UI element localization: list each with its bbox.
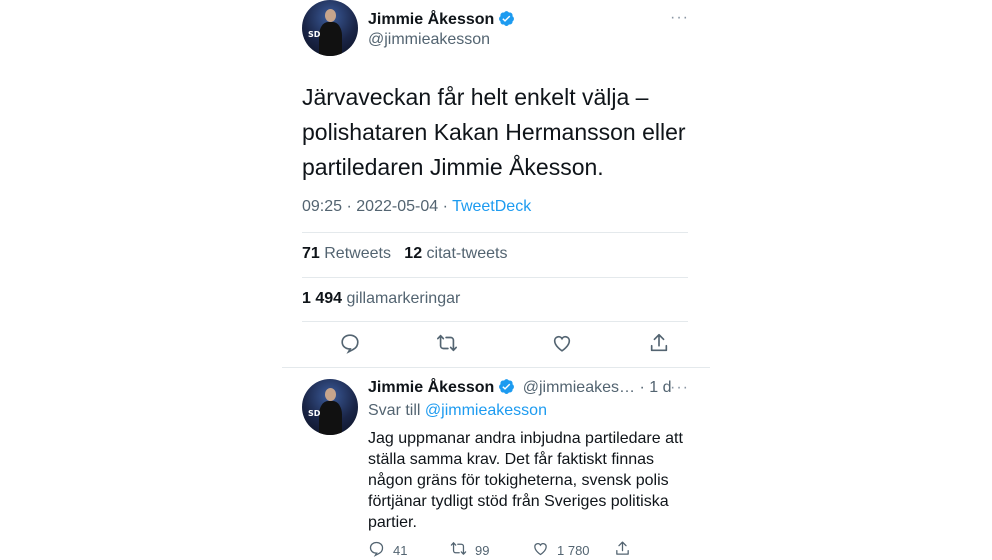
quotes-count: 12 [404, 245, 423, 262]
verified-badge-icon [498, 10, 515, 32]
like-icon [532, 540, 549, 560]
main-tweet: SD Jimmie Åkesson @jimmieakesson ··· Jär… [282, 0, 710, 366]
likes-count: 1 494 [302, 290, 343, 307]
verified-badge-icon [498, 378, 515, 400]
reply-actions: 41 99 1 780 [368, 540, 698, 560]
retweets-stat[interactable]: 71 Retweets [302, 245, 391, 262]
quotes-stat[interactable]: 12 citat-tweets [404, 245, 507, 262]
more-options-icon[interactable]: ··· [670, 380, 689, 396]
avatar-figure-head [325, 9, 336, 22]
more-options-icon[interactable]: ··· [670, 10, 689, 26]
reply-author-name[interactable]: Jimmie Åkesson [368, 379, 494, 396]
reply-text: Jag uppmanar andra inbjudna partiledare … [368, 430, 683, 531]
reply-share-button[interactable] [614, 540, 631, 560]
likes-stat[interactable]: 1 494 gillamarkeringar [302, 290, 460, 308]
reply-author-avatar[interactable]: SD [302, 379, 358, 435]
author-handle[interactable]: @jimmieakesson [368, 31, 490, 49]
divider [282, 367, 710, 368]
engagement-stats: 71 Retweets 12 citat-tweets [302, 245, 507, 263]
avatar-logo: SD [308, 30, 321, 39]
avatar-figure-body [319, 401, 342, 435]
retweet-icon[interactable] [436, 332, 460, 356]
reply-reply-button[interactable]: 41 [368, 540, 407, 560]
meta-separator: · [346, 198, 352, 215]
divider [302, 277, 688, 278]
retweet-count: 99 [475, 542, 490, 558]
retweets-label: Retweets [324, 245, 391, 262]
author-avatar[interactable]: SD [302, 0, 358, 56]
share-icon[interactable] [648, 332, 672, 356]
tweet-actions [302, 332, 688, 358]
divider [302, 232, 688, 233]
replying-mention-link[interactable]: @jimmieakesson [425, 402, 547, 419]
meta-separator: · [442, 198, 448, 215]
tweet-source-link[interactable]: TweetDeck [452, 198, 531, 215]
reply-retweet-button[interactable]: 99 [450, 540, 489, 560]
avatar-figure-body [319, 22, 342, 56]
reply-icon[interactable] [339, 332, 363, 356]
tweet-text: Järvaveckan får helt enkelt välja – poli… [302, 84, 686, 180]
reply-header: Jimmie Åkesson @jimmieakes… · 1 d [368, 378, 671, 400]
author-name-row[interactable]: Jimmie Åkesson [368, 10, 515, 32]
author-name[interactable]: Jimmie Åkesson [368, 11, 494, 28]
tweet-date[interactable]: 2022-05-04 [356, 198, 438, 215]
meta-separator: · [639, 379, 645, 396]
tweet-time[interactable]: 09:25 [302, 198, 342, 215]
like-icon[interactable] [551, 332, 575, 356]
retweet-icon [450, 540, 467, 560]
reply-tweet[interactable]: SD Jimmie Åkesson @jimmieakes… · 1 d ···… [282, 367, 710, 558]
replying-prefix: Svar till [368, 402, 421, 419]
avatar-figure-head [325, 388, 336, 401]
share-icon [614, 540, 631, 560]
reply-icon [368, 540, 385, 560]
quotes-label: citat-tweets [426, 245, 508, 262]
likes-label: gillamarkeringar [346, 290, 461, 307]
replying-to: Svar till @jimmieakesson [368, 402, 547, 420]
like-count: 1 780 [557, 542, 590, 558]
reply-count: 41 [393, 542, 408, 558]
tweet-meta: 09:25 · 2022-05-04 · TweetDeck [302, 198, 531, 216]
reply-like-button[interactable]: 1 780 [532, 540, 590, 560]
reply-age[interactable]: 1 d [649, 379, 671, 396]
retweets-count: 71 [302, 245, 320, 262]
divider [302, 321, 688, 322]
reply-author-handle[interactable]: @jimmieakes… [523, 379, 635, 396]
avatar-logo: SD [308, 409, 321, 418]
